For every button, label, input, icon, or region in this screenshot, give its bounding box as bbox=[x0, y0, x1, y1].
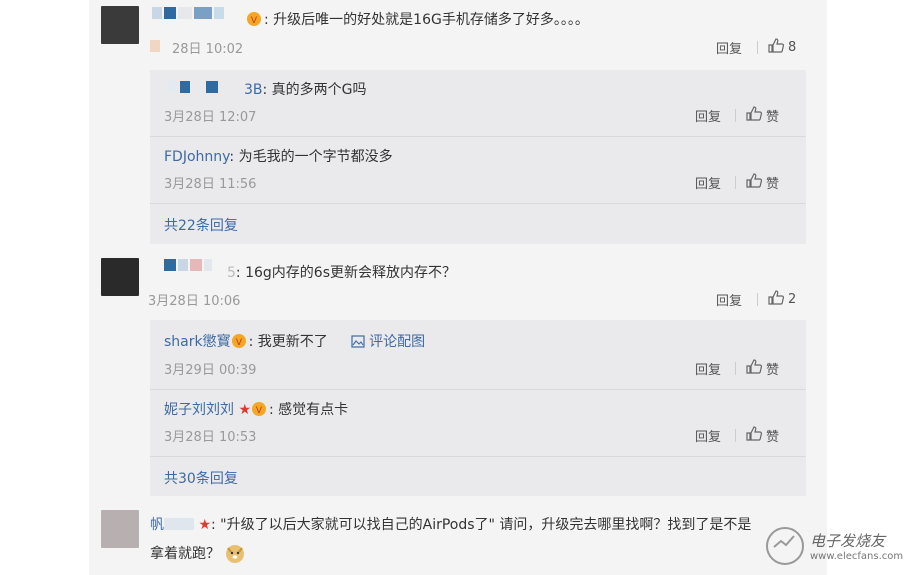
reply-1-2: FDJohnny: 为毛我的一个字节都没多 bbox=[164, 146, 393, 166]
like-label: 赞 bbox=[766, 177, 780, 192]
avatar[interactable] bbox=[101, 510, 139, 548]
svg-text:V: V bbox=[256, 406, 263, 416]
more-replies-link[interactable]: 共30条回复 bbox=[164, 468, 238, 488]
reply-label: 回复 bbox=[716, 42, 743, 57]
watermark-url: www.elecfans.com bbox=[810, 551, 904, 562]
thumbs-up-icon bbox=[746, 426, 763, 445]
comment-3: 帆 ★: "升级了以后大家就可以找自己的AirPods了" 请问，升级完去哪里找… bbox=[150, 514, 751, 534]
divider bbox=[150, 456, 806, 457]
like-count: 8 bbox=[788, 40, 797, 55]
image-icon bbox=[351, 334, 365, 350]
reply-2-2: 妮子刘刘刘 ★ V : 感觉有点卡 bbox=[164, 399, 348, 419]
divider bbox=[150, 203, 806, 204]
reply-text: : 为毛我的一个字节都没多 bbox=[229, 149, 393, 165]
svg-text:V: V bbox=[236, 338, 243, 348]
vip-badge-icon: V bbox=[251, 401, 269, 417]
reply-1-1: 3B: 真的多两个G吗 bbox=[244, 79, 367, 99]
like-count: 2 bbox=[788, 292, 797, 307]
reply-button[interactable]: 回复 bbox=[695, 426, 721, 445]
reply-text: : 真的多两个G吗 bbox=[262, 82, 367, 98]
reply-text: : 我更新不了 bbox=[248, 334, 328, 350]
watermark-circle-icon bbox=[766, 527, 804, 565]
reply-button[interactable]: 回复 bbox=[695, 359, 721, 378]
comment-3-text-line2: 拿着就跑？ bbox=[150, 546, 220, 562]
like-button[interactable]: 赞 bbox=[735, 173, 779, 192]
reply-label: 回复 bbox=[695, 363, 722, 378]
watermark-logo: 电子发烧友 www.elecfans.com bbox=[766, 523, 906, 569]
star-badge-icon: ★ bbox=[198, 517, 212, 533]
reply-button[interactable]: 回复 bbox=[716, 38, 742, 57]
reply-username-mosaic[interactable] bbox=[168, 81, 218, 93]
avatar[interactable] bbox=[101, 6, 139, 44]
reply-username[interactable]: 妮子刘刘刘 bbox=[164, 402, 234, 418]
doge-emoji-icon bbox=[224, 545, 246, 563]
username-head[interactable]: 帆 bbox=[150, 517, 164, 533]
comment-3-line2: 拿着就跑？ bbox=[150, 542, 246, 564]
like-label: 赞 bbox=[766, 363, 780, 378]
like-button[interactable]: 赞 bbox=[735, 106, 779, 125]
reply-label: 回复 bbox=[695, 430, 722, 445]
comment-image-link[interactable]: 评论配图 bbox=[369, 334, 425, 350]
reply-button[interactable]: 回复 bbox=[695, 106, 721, 125]
thumbs-up-icon bbox=[746, 173, 763, 192]
comment-1: V : 升级后唯一的好处就是16G手机存储多了好多。。。。 bbox=[246, 9, 589, 29]
username-mosaic[interactable] bbox=[164, 259, 212, 271]
reply-button[interactable]: 回复 bbox=[716, 290, 742, 309]
thumbs-up-icon bbox=[768, 290, 785, 309]
reply-text: : 感觉有点卡 bbox=[269, 402, 349, 418]
username-mosaic bbox=[164, 518, 194, 530]
svg-text:V: V bbox=[251, 16, 258, 26]
reply-label: 回复 bbox=[695, 177, 722, 192]
vip-badge-icon: V bbox=[231, 333, 249, 349]
watermark-brand: 电子发烧友 bbox=[810, 532, 886, 550]
reply-button[interactable]: 回复 bbox=[695, 173, 721, 192]
like-button[interactable]: 8 bbox=[757, 38, 796, 57]
comment-1-time: 28日 10:02 bbox=[172, 42, 244, 57]
comment-3-text: : "升级了以后大家就可以找自己的AirPods了" 请问，升级完去哪里找啊？找… bbox=[211, 517, 752, 533]
star-badge-icon: ★ bbox=[238, 402, 252, 418]
like-button[interactable]: 赞 bbox=[735, 426, 779, 445]
time-mosaic bbox=[150, 40, 160, 52]
thumbs-up-icon bbox=[746, 106, 763, 125]
reply-time: 3月28日 12:07 bbox=[164, 110, 257, 125]
like-button[interactable]: 赞 bbox=[735, 359, 779, 378]
thumbs-up-icon bbox=[768, 38, 785, 57]
reply-label: 回复 bbox=[695, 110, 722, 125]
thumbs-up-icon bbox=[746, 359, 763, 378]
reply-username[interactable]: 3B bbox=[244, 82, 263, 98]
reply-time: 3月28日 11:56 bbox=[164, 177, 257, 192]
avatar[interactable] bbox=[101, 258, 139, 296]
reply-username[interactable]: shark懲寳 bbox=[164, 334, 231, 350]
comment-2-time: 3月28日 10:06 bbox=[148, 294, 241, 309]
comment-2: 5: 16g内存的6s更新会释放内存不？ bbox=[227, 262, 456, 282]
like-label: 赞 bbox=[766, 430, 780, 445]
divider bbox=[150, 389, 806, 390]
like-label: 赞 bbox=[766, 110, 780, 125]
reply-username[interactable]: FDJohnny bbox=[164, 149, 229, 165]
more-replies-link[interactable]: 共22条回复 bbox=[164, 215, 238, 235]
reply-time: 3月28日 10:53 bbox=[164, 430, 257, 445]
reply-time: 3月29日 00:39 bbox=[164, 363, 257, 378]
comment-2-text: : 16g内存的6s更新会释放内存不？ bbox=[235, 265, 456, 281]
divider bbox=[150, 136, 806, 137]
reply-label: 回复 bbox=[716, 294, 743, 309]
vip-badge-icon: V bbox=[246, 11, 264, 27]
comment-1-text: : 升级后唯一的好处就是16G手机存储多了好多。。。。 bbox=[264, 12, 589, 28]
reply-2-1: shark懲寳 V : 我更新不了 评论配图 bbox=[164, 331, 425, 351]
like-button[interactable]: 2 bbox=[757, 290, 796, 309]
username-tail[interactable]: 5 bbox=[227, 265, 236, 281]
username-mosaic[interactable] bbox=[152, 7, 224, 19]
